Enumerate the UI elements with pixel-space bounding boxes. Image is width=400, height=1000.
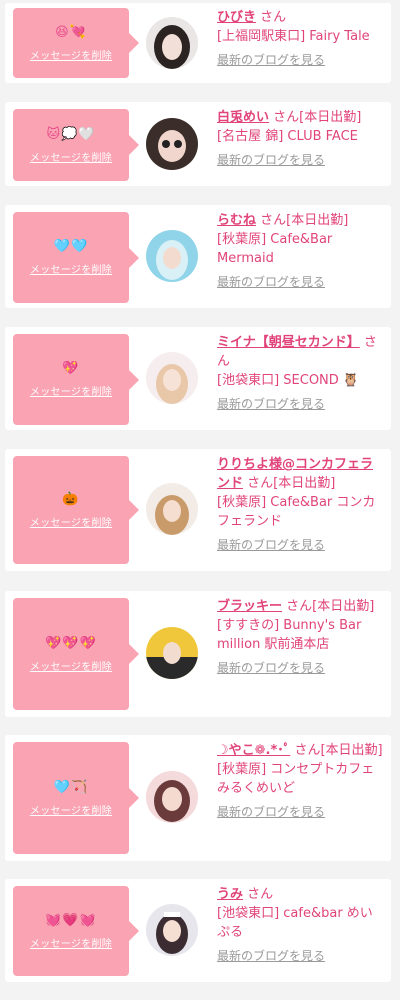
message-card: 💖 メッセージを削除 ミイナ【朝昼セカンド】 さん [池袋東口] SECOND … [5, 327, 391, 430]
shop-name: [秋葉原] コンセプトカフェ みるくめいど [217, 762, 375, 796]
shop-name: [上福岡駅東口] Fairy Tale [217, 29, 370, 44]
shop-name: [池袋東口] cafe&bar めいぷる [217, 906, 373, 940]
cast-name-link[interactable]: ミイナ【朝昼セカンド】 [217, 335, 360, 350]
delete-message-link[interactable]: メッセージを削除 [30, 935, 112, 950]
delete-message-link[interactable]: メッセージを削除 [30, 149, 112, 164]
message-card: 💓💗💓 メッセージを削除 うみ さん [池袋東口] cafe&bar めいぷる … [5, 879, 391, 982]
entry-info: ☽やこ❁.*･ﾟ さん[本日出勤] [秋葉原] コンセプトカフェ みるくめいど … [217, 741, 385, 822]
avatar-image [146, 771, 198, 823]
name-suffix: さん[本日出勤] [260, 213, 349, 228]
delete-message-link[interactable]: メッセージを削除 [30, 658, 112, 673]
emoji-text: 💓💗💓 [45, 912, 97, 928]
message-bubble: 🐱💭🤍 メッセージを削除 [13, 109, 139, 181]
emoji-text: 🎃 [62, 491, 80, 507]
latest-blog-link[interactable]: 最新のブログを見る [217, 803, 385, 822]
avatar[interactable] [146, 771, 198, 823]
message-card: 🩵🏹 メッセージを削除 ☽やこ❁.*･ﾟ さん[本日出勤] [秋葉原] コンセプ… [5, 735, 391, 861]
avatar-image [146, 17, 198, 69]
emoji-text: 🐱💭🤍 [46, 126, 96, 142]
avatar[interactable] [146, 230, 198, 282]
message-bubble: 😆💘 メッセージを削除 [13, 8, 139, 78]
avatar-image [146, 352, 198, 404]
emoji-text: 😆💘 [55, 24, 87, 40]
delete-message-link[interactable]: メッセージを削除 [30, 261, 112, 276]
avatar-image [146, 230, 198, 282]
avatar[interactable] [146, 17, 198, 69]
message-card: 💖💖💖 メッセージを削除 ブラッキー さん[本日出勤] [すすきの] Bunny… [5, 591, 391, 717]
name-suffix: さん[本日出勤] [294, 743, 383, 758]
emoji-text: 💖 [62, 361, 80, 376]
shop-name: [すすきの] Bunny's Bar million 駅前通本店 [217, 618, 362, 652]
shop-name: [秋葉原] Cafe&Bar コンカフェランド [217, 495, 376, 529]
latest-blog-link[interactable]: 最新のブログを見る [217, 395, 385, 414]
entry-info: りりちよ様@コンカフェランド さん[本日出勤] [秋葉原] Cafe&Bar コ… [217, 455, 385, 555]
message-card: 🩵🩵 メッセージを削除 らむね さん[本日出勤] [秋葉原] Cafe&Bar … [5, 205, 391, 308]
delete-message-link[interactable]: メッセージを削除 [30, 383, 112, 398]
message-card: 🎃 メッセージを削除 りりちよ様@コンカフェランド さん[本日出勤] [秋葉原]… [5, 449, 391, 571]
avatar-image [146, 118, 198, 170]
cast-name-link[interactable]: うみ [217, 887, 243, 902]
shop-name: [池袋東口] SECOND 🦉 [217, 373, 360, 388]
latest-blog-link[interactable]: 最新のブログを見る [217, 273, 385, 292]
cast-name-link[interactable]: ブラッキー [217, 599, 282, 614]
message-bubble: 🎃 メッセージを削除 [13, 456, 139, 564]
avatar[interactable] [146, 118, 198, 170]
emoji-text: 💖💖💖 [45, 635, 97, 651]
name-suffix: さん [260, 10, 287, 25]
emoji-text: 🩵🏹 [53, 779, 89, 795]
entry-info: らむね さん[本日出勤] [秋葉原] Cafe&Bar Mermaid 最新のブ… [217, 211, 385, 292]
message-bubble: 🩵🏹 メッセージを削除 [13, 742, 139, 854]
avatar[interactable] [146, 904, 198, 956]
entry-info: ミイナ【朝昼セカンド】 さん [池袋東口] SECOND 🦉 最新のブログを見る [217, 333, 385, 414]
message-bubble: 💓💗💓 メッセージを削除 [13, 886, 139, 976]
avatar-image [146, 483, 198, 535]
entry-info: うみ さん [池袋東口] cafe&bar めいぷる 最新のブログを見る [217, 885, 385, 966]
name-suffix: さん[本日出勤] [286, 599, 375, 614]
avatar[interactable] [146, 352, 198, 404]
name-suffix: さん [247, 887, 274, 902]
latest-blog-link[interactable]: 最新のブログを見る [217, 51, 385, 70]
cast-name-link[interactable]: ☽やこ❁.*･ﾟ [217, 743, 290, 758]
name-suffix: さん[本日出勤] [273, 110, 362, 125]
message-bubble: 🩵🩵 メッセージを削除 [13, 212, 139, 303]
cast-name-link[interactable]: ひびき [217, 10, 256, 25]
cast-name-link[interactable]: 白兎めい [217, 110, 269, 125]
message-card: 🐱💭🤍 メッセージを削除 白兎めい さん[本日出勤] [名古屋 錦] CLUB … [5, 102, 391, 186]
avatar-image [146, 627, 198, 679]
avatar[interactable] [146, 627, 198, 679]
latest-blog-link[interactable]: 最新のブログを見る [217, 536, 385, 555]
emoji-text: 🩵🩵 [53, 239, 89, 254]
shop-name: [名古屋 錦] CLUB FACE [217, 129, 358, 144]
latest-blog-link[interactable]: 最新のブログを見る [217, 947, 385, 966]
latest-blog-link[interactable]: 最新のブログを見る [217, 151, 385, 170]
entry-info: 白兎めい さん[本日出勤] [名古屋 錦] CLUB FACE 最新のブログを見… [217, 108, 385, 170]
delete-message-link[interactable]: メッセージを削除 [30, 802, 112, 817]
entry-info: ひびき さん [上福岡駅東口] Fairy Tale 最新のブログを見る [217, 8, 385, 70]
delete-message-link[interactable]: メッセージを削除 [30, 514, 112, 529]
latest-blog-link[interactable]: 最新のブログを見る [217, 659, 385, 678]
shop-name: [秋葉原] Cafe&Bar Mermaid [217, 232, 333, 266]
avatar[interactable] [146, 483, 198, 535]
cast-name-link[interactable]: らむね [217, 213, 256, 228]
delete-message-link[interactable]: メッセージを削除 [30, 47, 112, 62]
avatar-image [146, 904, 198, 956]
message-card: 😆💘 メッセージを削除 ひびき さん [上福岡駅東口] Fairy Tale 最… [5, 3, 391, 83]
name-suffix: さん[本日出勤] [247, 476, 336, 491]
message-bubble: 💖💖💖 メッセージを削除 [13, 598, 139, 710]
message-bubble: 💖 メッセージを削除 [13, 334, 139, 425]
entry-info: ブラッキー さん[本日出勤] [すすきの] Bunny's Bar millio… [217, 597, 385, 678]
